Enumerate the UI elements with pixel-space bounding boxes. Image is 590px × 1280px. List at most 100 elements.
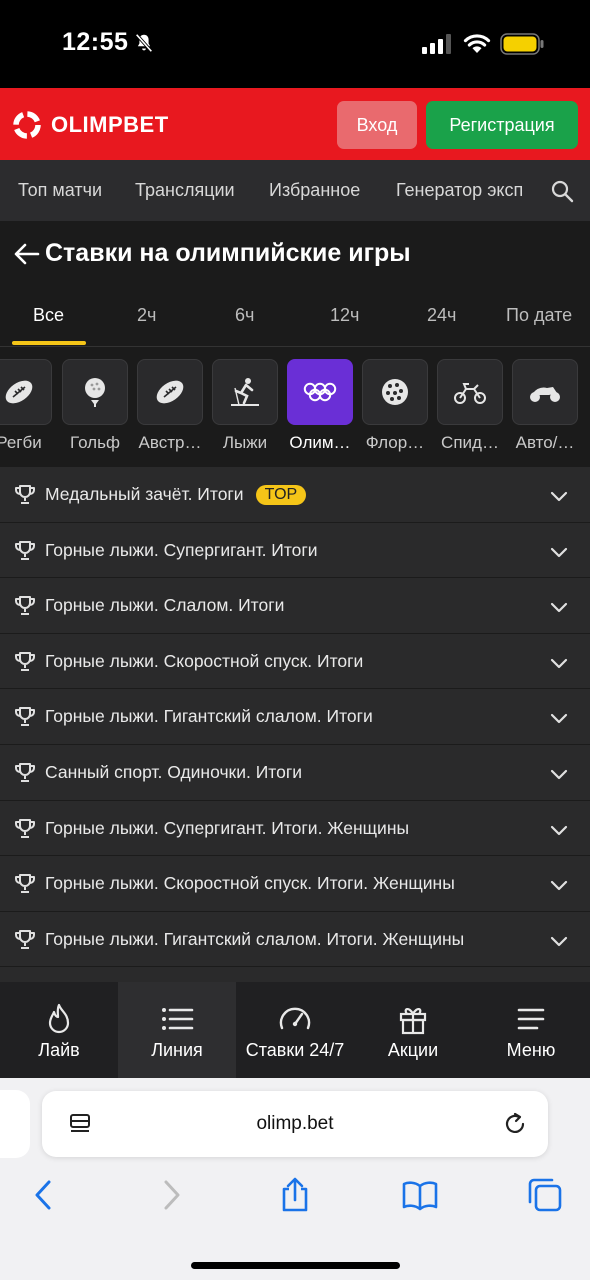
list-item[interactable]: Медальный зачёт. Итоги TOP — [0, 467, 590, 523]
list-item[interactable]: Горные лыжи. Скоростной спуск. Итоги. Же… — [0, 856, 590, 912]
chevron-down-icon[interactable] — [549, 653, 569, 673]
tabs-icon[interactable] — [526, 1176, 564, 1214]
list-item[interactable]: Горные лыжи. Гигантский слалом. Итоги. Ж… — [0, 912, 590, 968]
back-arrow-icon[interactable] — [13, 240, 41, 268]
nav-label: Линия — [151, 1040, 203, 1060]
trophy-icon — [15, 707, 35, 727]
tournament-list: Медальный зачёт. Итоги TOP Горные лыжи. С… — [0, 467, 590, 982]
logo-text: OLIMPBET — [51, 112, 169, 137]
sport-motorsport[interactable]: Авто/… — [512, 359, 578, 453]
sport-label: Лыжи — [222, 433, 268, 452]
top-nav: Топ матчи Трансляции Избранное Генератор… — [0, 160, 590, 221]
list-item[interactable]: Санный спорт. Одиночки. Итоги — [0, 745, 590, 801]
nav-label: Ставки 24/7 — [245, 1040, 345, 1060]
sport-speedway[interactable]: Спид… — [437, 359, 503, 453]
back-icon[interactable] — [25, 1176, 63, 1214]
chevron-down-icon[interactable] — [549, 764, 569, 784]
chevron-down-icon[interactable] — [549, 486, 569, 506]
sport-aussie-rules[interactable]: Австр… — [137, 359, 203, 453]
trophy-icon — [15, 485, 35, 504]
list-item[interactable]: Горные лыжи. Супергигант. Итоги. Женщины — [0, 801, 590, 857]
item-title: Горные лыжи. Супергигант. Итоги — [45, 539, 318, 560]
nav-promotions[interactable]: Акции — [354, 982, 472, 1078]
trophy-icon — [15, 540, 35, 560]
chevron-down-icon[interactable] — [549, 708, 569, 728]
gift-icon — [399, 1008, 427, 1035]
status-bar: 12:55 — [0, 0, 590, 88]
reload-icon[interactable] — [502, 1111, 528, 1137]
sport-label: Регби — [0, 433, 42, 452]
trophy-icon — [15, 596, 35, 616]
bottom-app-nav: Лайв Линия Ставки 24/7 Акции Меню — [0, 982, 590, 1078]
sport-olympics[interactable]: Олим… — [287, 359, 353, 453]
time-filter-tabs: Все 2ч 6ч 12ч 24ч По дате — [0, 291, 590, 347]
list-item[interactable]: Горные лыжи. Супергигант. Итоги — [0, 523, 590, 579]
aussie-rules-ball-icon — [156, 380, 184, 404]
register-button[interactable]: Регистрация — [426, 101, 578, 149]
tab-2h[interactable]: 2ч — [137, 305, 156, 326]
chevron-down-icon[interactable] — [549, 542, 569, 562]
list-icon — [162, 1008, 194, 1030]
sport-label: Спид… — [441, 433, 499, 452]
sports-scroller: Регби Гольф Австр… Лыжи Олим… Флор… Спид… — [0, 347, 590, 467]
top-nav-broadcasts[interactable]: Трансляции — [135, 180, 235, 201]
sport-skiing[interactable]: Лыжи — [212, 359, 278, 453]
battery-icon — [500, 33, 544, 55]
cellular-signal-icon — [422, 34, 451, 54]
menu-icon — [517, 1008, 545, 1030]
item-title: Горные лыжи. Скоростной спуск. Итоги — [45, 650, 364, 671]
nav-line[interactable]: Линия — [118, 982, 236, 1078]
nav-label: Акции — [387, 1040, 439, 1060]
bookmarks-icon[interactable] — [401, 1176, 439, 1214]
trophy-icon — [15, 762, 35, 782]
site-header: OLIMPBET Вход Регистрация — [0, 88, 590, 160]
olimpbet-logo[interactable]: OLIMPBET — [12, 110, 169, 140]
previous-tab-peek[interactable] — [0, 1090, 30, 1158]
top-nav-top-matches[interactable]: Топ матчи — [18, 180, 102, 201]
trophy-icon — [15, 651, 35, 671]
search-icon[interactable] — [550, 179, 574, 203]
item-title: Горные лыжи. Супергигант. Итоги. Женщины — [45, 817, 410, 838]
skier-icon — [231, 378, 259, 406]
browser-toolbar: olimp.bet — [0, 1078, 590, 1280]
url-text: olimp.bet — [256, 1113, 334, 1134]
list-item[interactable]: Горные лыжи. Слалом. Итоги — [0, 578, 590, 634]
speedometer-icon — [279, 1007, 311, 1030]
tab-all[interactable]: Все — [33, 305, 64, 326]
chevron-down-icon[interactable] — [549, 597, 569, 617]
speedway-bike-icon — [454, 383, 486, 404]
home-indicator — [191, 1262, 400, 1269]
sport-label: Авто/… — [515, 433, 575, 452]
nav-live[interactable]: Лайв — [0, 982, 118, 1078]
trophy-icon — [15, 929, 35, 949]
sport-label: Флор… — [365, 433, 425, 452]
sport-golf[interactable]: Гольф — [62, 359, 128, 453]
nav-bets-247[interactable]: Ставки 24/7 — [236, 982, 354, 1078]
forward-icon[interactable] — [152, 1176, 190, 1214]
tab-24h[interactable]: 24ч — [427, 305, 456, 326]
top-nav-favorites[interactable]: Избранное — [269, 180, 360, 201]
status-time: 12:55 — [62, 28, 129, 56]
flame-icon — [48, 1003, 70, 1034]
chevron-down-icon[interactable] — [549, 875, 569, 895]
login-button[interactable]: Вход — [337, 101, 417, 149]
tab-by-date[interactable]: По дате — [506, 305, 572, 326]
list-item[interactable]: Горные лыжи. Гигантский слалом. Итоги — [0, 689, 590, 745]
tab-6h[interactable]: 6ч — [235, 305, 254, 326]
sport-floorball[interactable]: Флор… — [362, 359, 428, 453]
page-title-row: Ставки на олимпийские игры — [0, 221, 590, 291]
list-item[interactable]: Горные лыжи. Скоростной спуск. Итоги — [0, 634, 590, 690]
tab-12h[interactable]: 12ч — [330, 305, 359, 326]
active-tab-indicator — [12, 341, 86, 345]
page-title: Ставки на олимпийские игры — [45, 239, 411, 267]
chevron-down-icon[interactable] — [549, 931, 569, 951]
rugby-ball-icon — [5, 380, 33, 404]
nav-label: Меню — [506, 1040, 556, 1060]
sport-rugby[interactable]: Регби — [0, 359, 52, 453]
nav-menu[interactable]: Меню — [472, 982, 590, 1078]
top-nav-express-generator[interactable]: Генератор эксп — [396, 180, 523, 201]
share-icon[interactable] — [276, 1176, 314, 1214]
top-badge: TOP — [255, 485, 307, 505]
chevron-down-icon[interactable] — [549, 820, 569, 840]
address-bar[interactable]: olimp.bet — [42, 1091, 548, 1157]
